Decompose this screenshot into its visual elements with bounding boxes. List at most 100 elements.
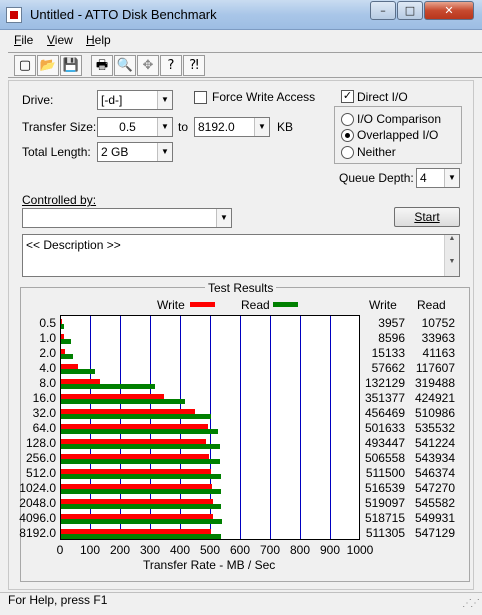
start-button-label: Start bbox=[414, 210, 440, 224]
queue-depth-select[interactable]: 4 ▼ bbox=[416, 168, 460, 188]
bar-read bbox=[61, 324, 65, 329]
grid-line bbox=[270, 316, 271, 539]
bar-write bbox=[61, 453, 210, 459]
resize-grip-icon[interactable]: ⋰⋰ bbox=[462, 598, 480, 609]
scroll-down-icon[interactable]: ▼ bbox=[445, 258, 459, 265]
transfer-size-label: Transfer Size: bbox=[22, 120, 97, 134]
x-tick-label: 1000 bbox=[346, 543, 374, 557]
scroll-up-icon[interactable]: ▲ bbox=[445, 235, 459, 242]
save-icon[interactable]: 💾 bbox=[60, 55, 82, 76]
read-value: 510986 bbox=[414, 405, 455, 420]
bar-write bbox=[61, 318, 63, 324]
open-icon[interactable]: 📂 bbox=[37, 55, 59, 76]
menu-file[interactable]: File bbox=[14, 33, 33, 47]
bar-read bbox=[61, 519, 223, 524]
bar-read bbox=[61, 369, 96, 374]
write-value: 57662 bbox=[371, 360, 405, 375]
read-value: 543934 bbox=[414, 450, 455, 465]
radio-neither-label: Neither bbox=[357, 145, 396, 159]
category-label: 0.5 bbox=[39, 315, 56, 330]
read-value: 547270 bbox=[414, 480, 455, 495]
write-value: 15133 bbox=[371, 345, 405, 360]
read-value: 545582 bbox=[414, 495, 455, 510]
total-length-label: Total Length: bbox=[22, 145, 91, 159]
bar-write bbox=[61, 348, 66, 354]
transfer-to-select[interactable]: 8192.0 ▼ bbox=[194, 117, 270, 137]
bar-write bbox=[61, 408, 195, 414]
bar-write bbox=[61, 423, 208, 429]
force-write-checkbox[interactable] bbox=[194, 91, 207, 104]
write-value: 516539 bbox=[364, 480, 405, 495]
bar-write bbox=[61, 528, 211, 534]
category-label: 64.0 bbox=[32, 420, 56, 435]
kb-label: KB bbox=[277, 120, 294, 134]
description-scrollbar[interactable]: ▲ ▼ bbox=[444, 235, 459, 276]
radio-io-comparison[interactable] bbox=[341, 113, 354, 126]
bar-read bbox=[61, 474, 222, 479]
read-value: 541224 bbox=[414, 435, 455, 450]
chevron-down-icon: ▼ bbox=[254, 118, 269, 136]
drive-label: Drive: bbox=[22, 93, 54, 107]
legend-write-swatch bbox=[190, 302, 215, 307]
direct-io-label: Direct I/O bbox=[357, 90, 408, 104]
chevron-down-icon: ▼ bbox=[444, 169, 459, 187]
total-length-select[interactable]: 2 GB ▼ bbox=[97, 142, 173, 162]
transfer-from-select[interactable]: 0.5 ▼ bbox=[97, 117, 173, 137]
bar-read bbox=[61, 534, 222, 539]
move-icon[interactable]: ✥ bbox=[137, 55, 159, 76]
menu-help[interactable]: Help bbox=[86, 33, 111, 47]
read-value: 10752 bbox=[421, 315, 455, 330]
radio-overlapped-label: Overlapped I/O bbox=[357, 128, 439, 142]
bar-read bbox=[61, 339, 71, 344]
chevron-down-icon: ▼ bbox=[157, 91, 172, 109]
bar-read bbox=[61, 354, 74, 359]
radio-overlapped-io[interactable] bbox=[341, 129, 354, 142]
category-label: 8192.0 bbox=[19, 525, 56, 540]
close-button[interactable]: ✕ bbox=[424, 1, 474, 20]
write-value: 132129 bbox=[364, 375, 405, 390]
bar-write bbox=[61, 483, 213, 489]
window-title: Untitled - ATTO Disk Benchmark bbox=[30, 7, 217, 22]
grid-line bbox=[330, 316, 331, 539]
help-icon[interactable]: ? bbox=[160, 55, 182, 76]
bar-write bbox=[61, 363, 78, 369]
controlled-by-label: Controlled by: bbox=[22, 193, 97, 207]
description-text: << Description >> bbox=[26, 238, 121, 252]
drive-select[interactable]: [-d-] ▼ bbox=[97, 90, 173, 110]
bar-write bbox=[61, 513, 213, 519]
bar-write bbox=[61, 378, 100, 384]
direct-io-checkbox[interactable]: ✓ bbox=[341, 90, 354, 103]
chevron-down-icon: ▼ bbox=[157, 143, 172, 161]
minimize-button[interactable]: – bbox=[370, 1, 396, 20]
write-value: 519097 bbox=[364, 495, 405, 510]
write-value: 518715 bbox=[364, 510, 405, 525]
read-value: 546374 bbox=[414, 465, 455, 480]
description-textarea[interactable]: << Description >> bbox=[22, 234, 460, 277]
bar-write bbox=[61, 498, 214, 504]
write-value: 511500 bbox=[365, 465, 405, 480]
controlled-by-select[interactable]: ▼ bbox=[22, 208, 232, 228]
app-icon bbox=[6, 7, 22, 23]
maximize-button[interactable]: □ bbox=[397, 1, 423, 20]
category-label: 1024.0 bbox=[19, 480, 56, 495]
radio-io-comparison-label: I/O Comparison bbox=[357, 112, 442, 126]
print-preview-icon[interactable]: 🔍 bbox=[114, 55, 136, 76]
write-value: 351377 bbox=[364, 390, 405, 405]
menu-view[interactable]: View bbox=[47, 33, 73, 47]
bar-read bbox=[61, 504, 221, 509]
radio-neither[interactable] bbox=[341, 146, 354, 159]
new-icon[interactable]: ▢ bbox=[14, 55, 36, 76]
start-button[interactable]: Start bbox=[394, 207, 460, 227]
status-text: For Help, press F1 bbox=[8, 593, 108, 607]
category-label: 2.0 bbox=[39, 345, 56, 360]
bar-read bbox=[61, 414, 211, 419]
to-label: to bbox=[178, 120, 189, 134]
print-icon[interactable]: 🖶 bbox=[91, 55, 113, 76]
category-label: 256.0 bbox=[25, 450, 56, 465]
legend-write-label: Write bbox=[157, 298, 185, 312]
bar-read bbox=[61, 429, 218, 434]
category-label: 1.0 bbox=[39, 330, 56, 345]
context-help-icon[interactable]: ⁈ bbox=[183, 55, 205, 76]
write-value: 501633 bbox=[364, 420, 405, 435]
bar-write bbox=[61, 438, 206, 444]
